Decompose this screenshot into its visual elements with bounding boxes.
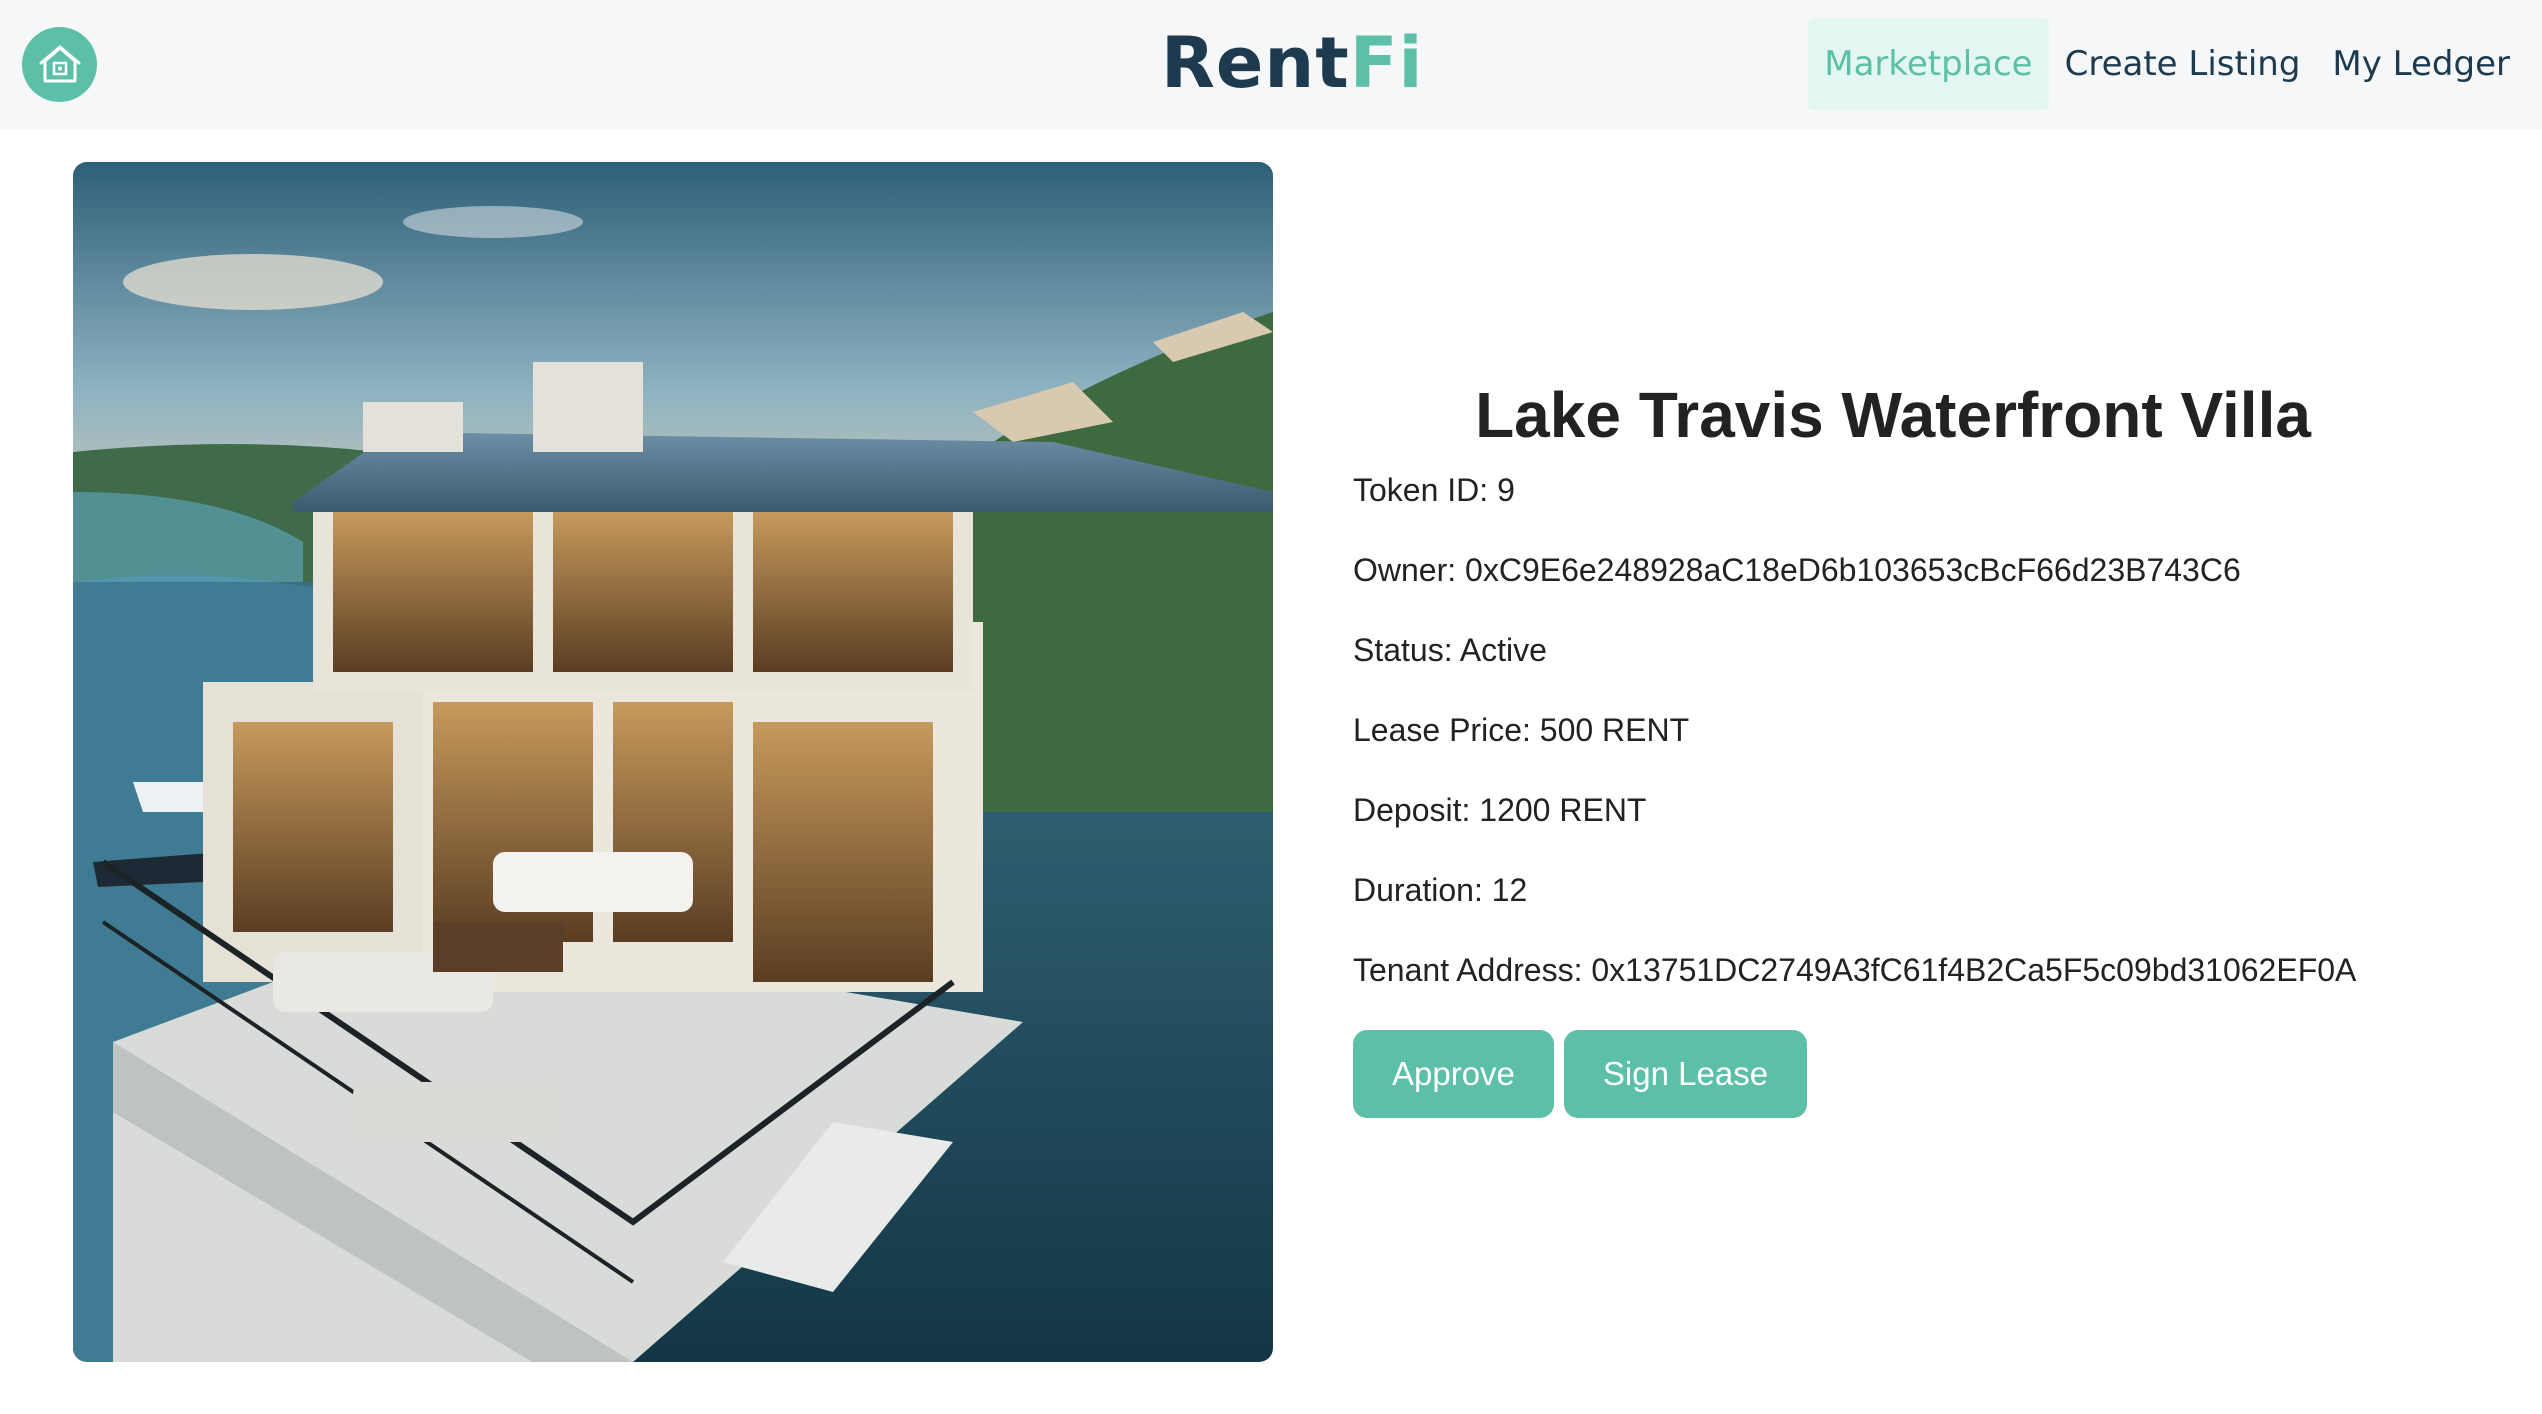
action-buttons: Approve Sign Lease [1353,1030,2433,1118]
nav-link-my-ledger[interactable]: My Ledger [2316,18,2542,110]
nav-link-marketplace[interactable]: Marketplace [1808,18,2049,110]
villa-photo [73,162,1273,1362]
tenant-address-field: Tenant Address: 0x13751DC2749A3fC61f4B2C… [1353,952,2357,988]
approve-button[interactable]: Approve [1353,1030,1554,1118]
house-logo-icon[interactable] [22,27,97,102]
brand-logo[interactable]: RentFi [1161,18,1424,108]
lease-price-field: Lease Price: 500 RENT [1353,712,1690,748]
owner-field: Owner: 0xC9E6e248928aC18eD6b103653cBcF66… [1353,552,2241,588]
top-navbar: RentFi Marketplace Create Listing My Led… [0,0,2542,129]
token-id-field: Token ID: 9 [1353,472,1515,508]
deposit-field: Deposit: 1200 RENT [1353,792,1647,828]
status-field: Status: Active [1353,632,1547,668]
brand-part-rent: Rent [1161,22,1350,104]
sign-lease-button[interactable]: Sign Lease [1563,1030,1808,1118]
listing-title: Lake Travis Waterfront Villa [1475,379,2311,451]
listing-details: Lake Travis Waterfront Villa Token ID: 9… [1353,370,2433,1118]
nav-link-create-listing[interactable]: Create Listing [2049,18,2317,110]
duration-field: Duration: 12 [1353,872,1528,908]
nav-links: Marketplace Create Listing My Ledger [1808,18,2542,110]
brand-part-fi: Fi [1349,22,1424,104]
